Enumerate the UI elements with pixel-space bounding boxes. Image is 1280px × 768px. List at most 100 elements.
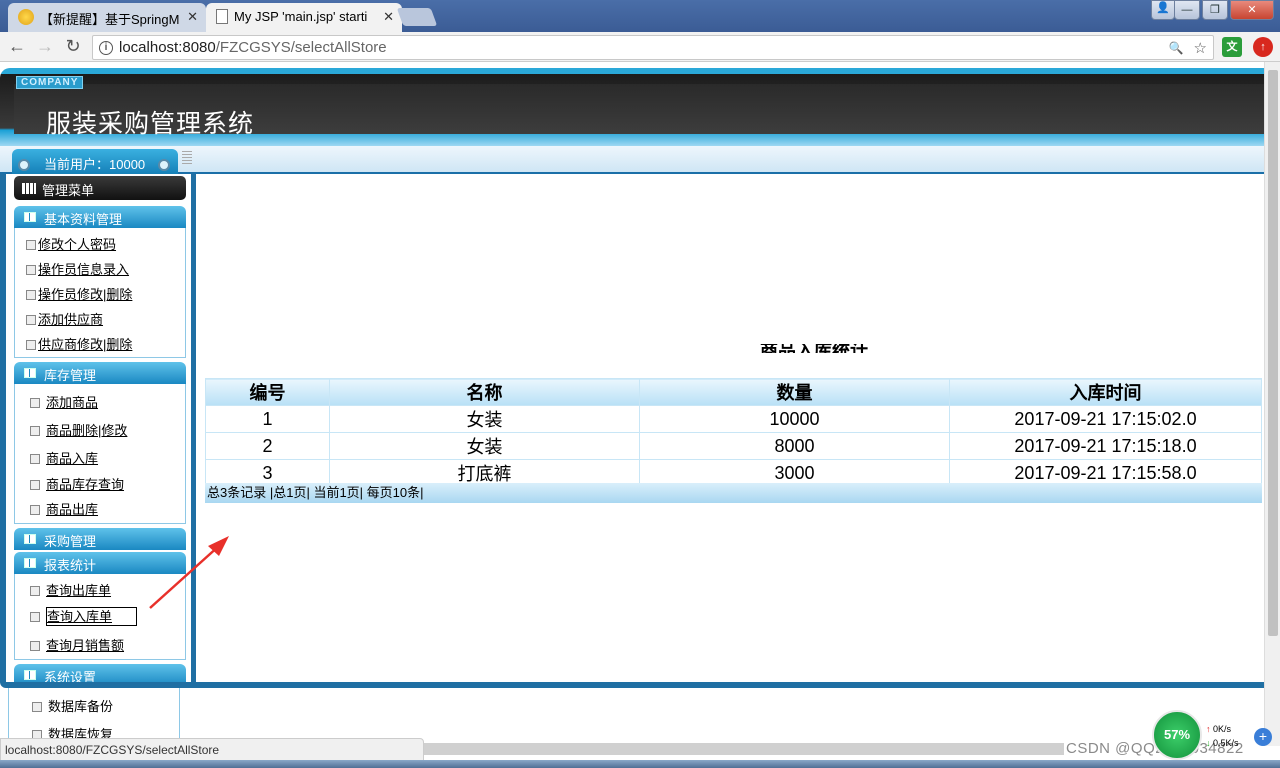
page-icon [32,702,42,712]
section-label: 库存管理 [44,368,97,383]
browser-tab-2[interactable]: My JSP 'main.jsp' starti ✕ [206,3,402,32]
browser-tab-1[interactable]: 【新提醒】基于SpringM ✕ [8,3,206,32]
menu-title: 管理菜单 [42,183,95,198]
menu-item-add-goods[interactable]: 添加商品 [30,392,98,411]
info-icon[interactable]: i [99,41,113,55]
browser-tab-strip: 【新提醒】基于SpringM ✕ My JSP 'main.jsp' start… [0,0,1280,32]
menu-item-supplier-edit[interactable]: 供应商修改|删除 [26,334,132,353]
table-row: 2 女装 8000 2017-09-21 17:15:18.0 [205,432,1262,460]
book-icon [24,534,36,544]
zoom-icon[interactable]: 🔍 [1169,37,1184,60]
page-icon [30,586,40,596]
translate-extension-icon[interactable]: 文 [1222,37,1242,57]
menu-item-operator-add[interactable]: 操作员信息录入 [26,259,129,278]
page-icon [26,340,36,350]
new-tab-button[interactable] [396,8,438,26]
page-icon [30,612,40,622]
page-icon [30,480,40,490]
table-row: 1 女装 10000 2017-09-21 17:15:02.0 [205,405,1262,433]
forum-favicon-icon [18,9,34,25]
book-icon [24,670,36,680]
menu-item-goods-in[interactable]: 商品入库 [30,448,98,467]
forward-button[interactable]: → [34,36,56,57]
menu-section-basic[interactable]: 基本资料管理 [14,206,186,228]
selected-highlight: 查询入库单 [46,607,138,626]
menu-item-query-inbound[interactable]: 查询入库单 [30,606,138,626]
back-button[interactable]: ← [6,36,28,57]
plus-icon[interactable]: + [1254,728,1272,746]
web-page: COMPANY 服装采购管理系统 当前用户：10000 管理菜单 基本资料管理 … [0,62,1264,746]
company-logo: COMPANY [16,76,84,89]
close-window-button[interactable]: ✕ [1230,0,1274,20]
splitter-grip-icon[interactable] [182,151,192,165]
vertical-scrollbar[interactable] [1264,62,1280,746]
col-header: 编号 [205,378,330,406]
col-header: 入库时间 [949,378,1262,406]
horizontal-scrollbar[interactable] [424,743,1064,755]
status-url: localhost:8080/FZCGSYS/selectAllStore [0,738,424,762]
maximize-button[interactable]: ❐ [1202,0,1228,20]
book-icon [24,368,36,378]
content-heading: 商品入库统计 [760,344,868,353]
frame-bottom-border [0,682,1264,688]
network-speed: ↑ 0K/s ↓ 0.5K/s [1206,724,1239,748]
tab-close-icon[interactable]: ✕ [187,9,198,25]
book-icon [24,212,36,222]
menu-section-purchase[interactable]: 采购管理 [14,528,186,550]
page-favicon-icon [216,9,228,24]
menu-item-change-password[interactable]: 修改个人密码 [26,234,116,253]
left-menu: 管理菜单 基本资料管理 修改个人密码 操作员信息录入 操作员修改|删除 添加供应… [0,174,196,686]
section-label: 报表统计 [44,558,97,573]
page-icon [30,454,40,464]
minimize-button[interactable]: — [1174,0,1200,20]
download-speed: 0.5K/s [1213,738,1239,748]
url-input[interactable]: i localhost:8080/FZCGSYS/selectAllStore … [92,35,1214,60]
menu-item-goods-edit[interactable]: 商品删除|修改 [30,420,127,439]
menu-item-query-outbound[interactable]: 查询出库单 [30,580,111,599]
inbound-table: 编号 名称 数量 入库时间 1 女装 10000 2017-09-21 17:1… [205,378,1262,487]
menu-item-stock-query[interactable]: 商品库存查询 [30,474,124,493]
profile-button[interactable]: 👤 [1151,0,1175,20]
page-icon [30,398,40,408]
update-extension-icon[interactable]: ↑ [1253,37,1273,57]
user-bar: 当前用户：10000 [0,146,1264,174]
page-icon [26,240,36,250]
grid-icon [22,183,36,194]
menu-item-monthly-sales[interactable]: 查询月销售额 [30,635,124,654]
cell-id: 1 [205,405,330,433]
scrollbar-thumb[interactable] [1268,70,1278,636]
menu-item-db-backup[interactable]: 数据库备份 [32,696,113,715]
col-header: 名称 [329,378,640,406]
address-toolbar: ← → ↻ i localhost:8080/FZCGSYS/selectAll… [0,32,1280,62]
url-path: /FZCGSYS/selectAllStore [215,39,387,56]
page-icon [26,290,36,300]
bookmark-star-icon[interactable]: ☆ [1194,37,1207,60]
col-header: 数量 [639,378,950,406]
page-icon [26,265,36,275]
section-label: 基本资料管理 [44,212,123,227]
page-icon [30,505,40,515]
page-icon [30,641,40,651]
pin-icon [18,159,30,171]
cell-name: 女装 [329,432,640,460]
cell-qty: 10000 [639,405,950,433]
book-icon [24,558,36,568]
system-title: 服装采购管理系统 [46,110,255,138]
menu-header: 管理菜单 [14,176,186,200]
menu-item-goods-out[interactable]: 商品出库 [30,499,98,518]
reload-button[interactable]: ↻ [62,36,84,57]
current-user-label: 当前用户：10000 [44,157,146,172]
cell-name: 女装 [329,405,640,433]
header-banner: COMPANY 服装采购管理系统 [0,68,1264,146]
cell-qty: 8000 [639,432,950,460]
menu-item-operator-edit[interactable]: 操作员修改|删除 [26,284,132,303]
cell-time: 2017-09-21 17:15:18.0 [949,432,1262,460]
tab-close-icon[interactable]: ✕ [383,9,394,25]
memory-gauge[interactable]: 57% [1152,710,1202,760]
menu-section-report[interactable]: 报表统计 [14,552,186,574]
table-header-row: 编号 名称 数量 入库时间 [205,378,1262,406]
menu-item-supplier-add[interactable]: 添加供应商 [26,309,103,328]
cell-id: 2 [205,432,330,460]
menu-section-stock[interactable]: 库存管理 [14,362,186,384]
section-label: 采购管理 [44,534,97,549]
